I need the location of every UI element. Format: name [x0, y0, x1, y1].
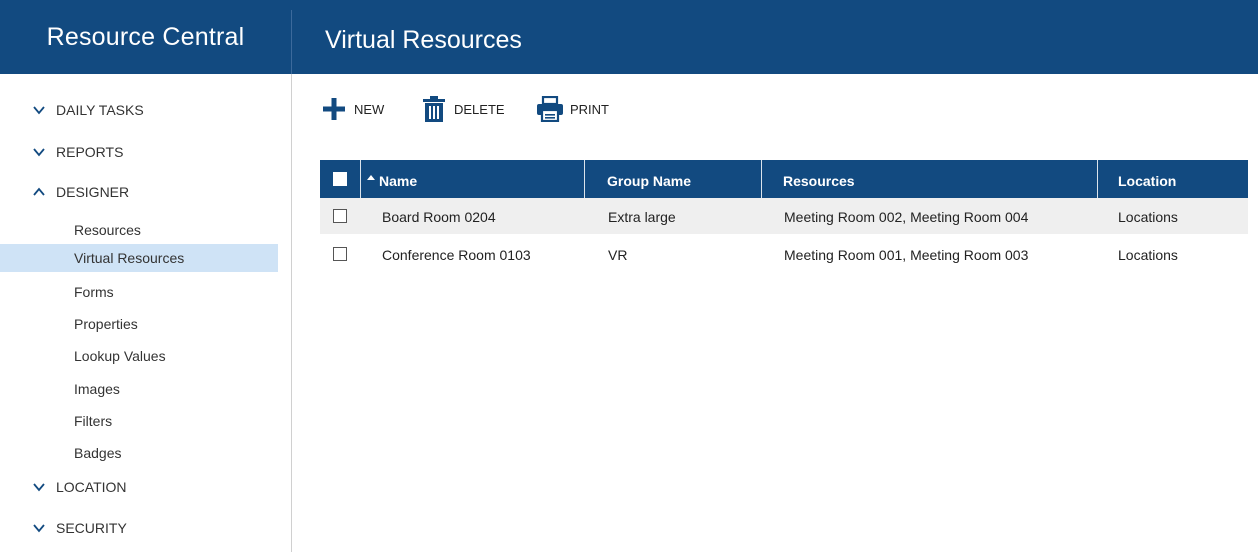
sidebar-item-label: Virtual Resources — [74, 250, 185, 266]
cell-location: Locations — [1118, 209, 1178, 225]
new-button-label: NEW — [354, 101, 385, 117]
sidebar-section-reports[interactable]: REPORTS — [0, 138, 291, 166]
sidebar-item-properties[interactable]: Properties — [0, 310, 278, 338]
row-checkbox[interactable] — [333, 209, 347, 223]
app-title: Resource Central — [46, 23, 245, 51]
new-button[interactable]: NEW — [320, 92, 384, 126]
chevron-down-icon — [33, 483, 45, 492]
sidebar-item-filters[interactable]: Filters — [0, 407, 278, 435]
sidebar: DAILY TASKS REPORTS DESIGNER Resources V… — [0, 74, 292, 552]
sort-ascending-icon — [367, 175, 375, 180]
delete-button[interactable]: DELETE — [420, 92, 505, 126]
sidebar-item-label: Resources — [74, 222, 141, 238]
cell-group-name: Extra large — [608, 209, 676, 225]
sidebar-item-label: Badges — [74, 445, 122, 461]
sidebar-item-images[interactable]: Images — [0, 375, 278, 403]
table-row[interactable]: Board Room 0204 Extra large Meeting Room… — [320, 198, 1248, 234]
table-row[interactable]: Conference Room 0103 VR Meeting Room 001… — [320, 236, 1248, 272]
sidebar-section-label: LOCATION — [56, 479, 127, 495]
trash-icon — [420, 95, 448, 123]
print-button[interactable]: PRINT — [536, 92, 609, 126]
sidebar-item-forms[interactable]: Forms — [0, 278, 278, 306]
sidebar-section-designer[interactable]: DESIGNER — [0, 178, 291, 206]
plus-icon — [320, 95, 348, 123]
grid-header: Name Group Name Resources Location — [320, 160, 1248, 198]
sidebar-item-virtual-resources[interactable]: Virtual Resources — [0, 244, 278, 272]
chevron-down-icon — [33, 106, 45, 115]
row-checkbox[interactable] — [333, 247, 347, 261]
print-button-label: PRINT — [570, 101, 609, 117]
column-header-name[interactable]: Name — [379, 160, 417, 198]
sidebar-section-label: SECURITY — [56, 520, 127, 536]
sidebar-section-label: DAILY TASKS — [56, 102, 144, 118]
column-header-resources[interactable]: Resources — [783, 160, 855, 198]
column-separator — [360, 160, 361, 198]
delete-button-label: DELETE — [454, 101, 505, 117]
select-all-checkbox[interactable] — [333, 172, 347, 186]
column-separator — [1097, 160, 1098, 198]
column-header-group-name[interactable]: Group Name — [607, 160, 691, 198]
sidebar-section-location[interactable]: LOCATION — [0, 473, 291, 501]
cell-location: Locations — [1118, 247, 1178, 263]
cell-resources: Meeting Room 001, Meeting Room 003 — [784, 247, 1029, 263]
chevron-down-icon — [33, 148, 45, 157]
sidebar-item-label: Forms — [74, 284, 114, 300]
sidebar-item-label: Images — [74, 381, 120, 397]
app-header: Resource Central Virtual Resources — [0, 0, 1258, 74]
page-title: Virtual Resources — [325, 26, 522, 54]
sidebar-item-label: Properties — [74, 316, 138, 332]
column-header-location[interactable]: Location — [1118, 160, 1176, 198]
sidebar-section-daily-tasks[interactable]: DAILY TASKS — [0, 96, 291, 124]
sidebar-section-label: REPORTS — [56, 144, 124, 160]
header-divider — [291, 10, 292, 74]
chevron-down-icon — [33, 524, 45, 533]
sidebar-item-lookup-values[interactable]: Lookup Values — [0, 342, 278, 370]
cell-group-name: VR — [608, 247, 628, 263]
app-window: Resource Central Virtual Resources DAILY… — [0, 0, 1258, 552]
sidebar-item-label: Lookup Values — [74, 348, 166, 364]
sidebar-item-badges[interactable]: Badges — [0, 439, 278, 467]
sidebar-item-label: Filters — [74, 413, 113, 429]
printer-icon — [536, 95, 564, 123]
sidebar-section-security[interactable]: SECURITY — [0, 514, 291, 542]
chevron-up-icon — [33, 187, 45, 196]
sidebar-section-label: DESIGNER — [56, 184, 130, 200]
sidebar-item-resources[interactable]: Resources — [0, 216, 278, 244]
cell-name: Board Room 0204 — [382, 209, 496, 225]
column-separator — [584, 160, 585, 198]
column-separator — [761, 160, 762, 198]
cell-resources: Meeting Room 002, Meeting Room 004 — [784, 209, 1029, 225]
cell-name: Conference Room 0103 — [382, 247, 531, 263]
